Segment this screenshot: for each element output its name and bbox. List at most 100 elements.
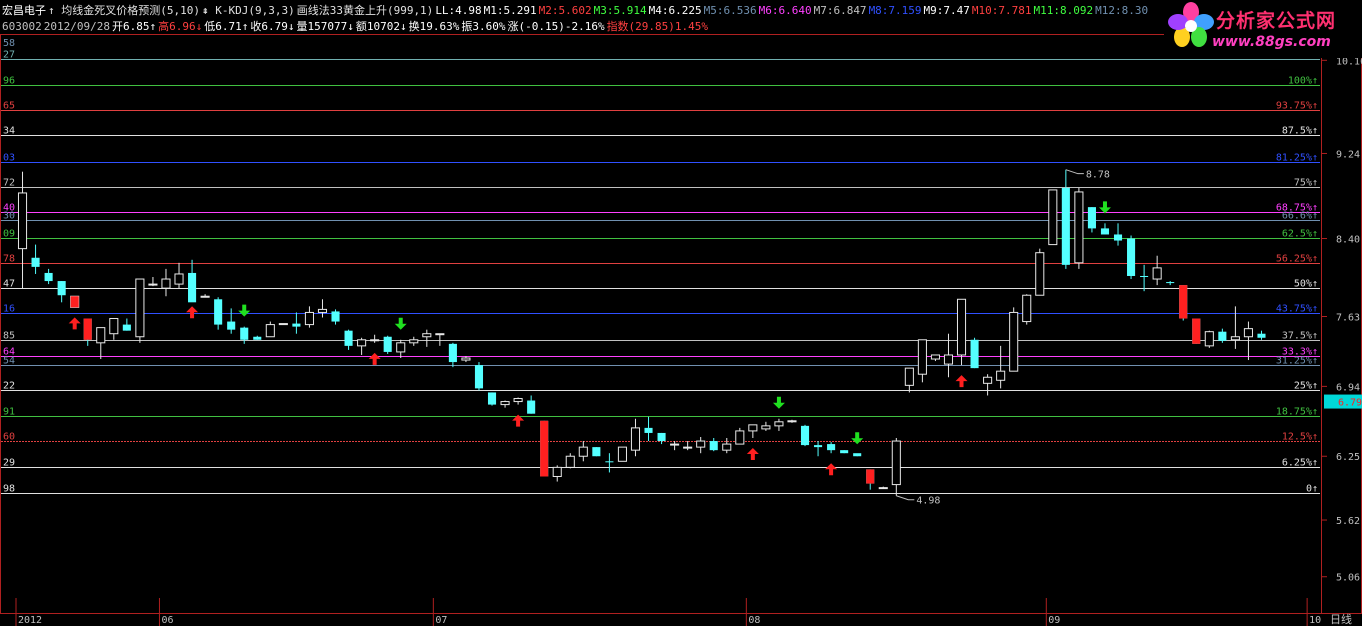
candle-body [1022,294,1032,323]
header-row2-item: 指数(29.85)1.45% [606,20,709,33]
brand-url[interactable]: www.88gs.com [1212,34,1331,50]
header-row2-item: 收6.79↓ [250,20,295,33]
candle-body [396,342,406,353]
candle-body [1048,189,1058,246]
candle-body [983,376,993,384]
fib-label: 62.5%↑ [1282,229,1318,240]
brand-logo: 分析家公式网 www.88gs.com [1164,0,1362,58]
fib-left-label: 96 [3,76,15,87]
header-row1-item: 画线法33黄金上升(999,1) [296,4,434,17]
down-signal-arrow-icon [772,396,785,409]
fib-left-label: 47 [3,279,15,290]
fib-label: 6.25%↑ [1282,458,1318,469]
fib-label: 66.6%↑ [1282,211,1318,222]
candle-body [253,336,262,340]
candle-body [787,420,797,423]
candle-body [683,446,693,449]
candle-body [1218,331,1227,341]
header-row1-item: M9:7.47 [923,4,970,17]
down-signal-arrow-icon [851,432,864,445]
high-marker-line [1065,169,1084,175]
fib-left-label: 27 [3,50,15,61]
header-row1-item: M12:8.30 [1095,4,1149,17]
candle-body [1074,191,1084,264]
candle-body [840,450,849,454]
fib-left-label: 22 [3,381,15,392]
fib-left-label: 29 [3,458,15,469]
header-row1-item: M1:5.291 [483,4,537,17]
up-signal-arrow-icon [746,448,759,461]
candle-body [956,298,967,356]
candle-body [383,336,392,352]
up-signal-arrow-icon [368,352,381,365]
fib-left-label: 60 [3,432,15,443]
fib-label: 100%↑ [1288,76,1318,87]
candle-body [57,281,66,296]
candle-body [878,487,888,490]
price-tick-label: 9.24 [1336,149,1360,160]
fib-left-label: 72 [3,178,15,189]
candle-body [552,466,562,477]
candle-body [761,425,771,430]
candle-body [527,400,536,414]
high-annotation: 8.78 [1086,170,1110,181]
candle-body [409,339,419,344]
fib-left-label: 78 [3,254,15,265]
fib-left-label: 65 [3,101,15,112]
candle-body [240,327,249,340]
candle-body [800,425,810,446]
candle-body [17,192,28,250]
brand-name: 分析家公式网 [1216,10,1337,32]
candlestick-chart[interactable]: 10 6.25%↑ 27 100%↑ 96 93.75%↑ 65 87.5%↑ 34 81.25%… [0,0,1362,626]
date-label: 07 [435,615,447,626]
candle-body [1035,252,1045,296]
fib-left-label: 34 [3,126,15,137]
date-label: 08 [748,615,760,626]
header-row1-item: LL:4.98 [435,4,482,17]
current-price-label: 6.79 [1338,398,1362,409]
up-signal-arrow-icon [825,463,838,476]
candle-body [774,421,784,427]
candle-body [853,453,862,457]
candle-body [370,339,380,342]
candle-body [814,445,823,448]
header-row2-item: 量157077↓ [296,20,354,33]
fib-label: 37.5%↑ [1282,331,1318,342]
candle-body [461,357,471,361]
up-signal-arrow-icon [955,375,968,388]
fib-label: 31.25%↑ [1276,356,1318,367]
fib-left-label: 16 [3,304,15,315]
fib-label: 50%↑ [1294,279,1318,290]
candle-body [422,333,432,338]
flower-logo-icon [1168,2,1214,47]
down-signal-arrow-icon [394,317,407,330]
header-row1-item: M3:5.914 [593,4,647,17]
candle-body [214,299,223,325]
candle-body [1204,331,1214,347]
date-label: 09 [1048,615,1060,626]
down-signal-arrow-icon [1098,201,1111,214]
top-left-label: 58 [3,38,15,49]
header-row2-item: 涨(-0.15)-2.16% [507,20,605,33]
header-row1-item: M8:7.159 [868,4,922,17]
candle-body [344,330,353,346]
candle-body [970,339,979,369]
fib-left-label: 54 [3,356,15,367]
fib-left-label: 98 [3,484,15,495]
candle-body [943,354,954,365]
candle-body [435,333,445,336]
header-row2-item: 高6.96↓ [158,20,203,33]
header-row1-item: ↑ 均线金死叉价格预测(5,10) [48,4,200,17]
candle-body [513,398,523,403]
header-row1-item: M5:6.536 [703,4,757,17]
fib-label: 43.75%↑ [1276,304,1318,315]
fib-label: 0↑ [1306,484,1318,495]
header-row2-item: 换19.63% [408,20,460,33]
candle-body [891,440,901,486]
indicator-header-row: 宏昌电子 ↑ 均线金死叉价格预测(5,10) ⇞ K-KDJ(9,3,3) 画线法33… [2,2,1150,18]
candle-body [605,461,614,463]
fib-left-label: 85 [3,331,15,342]
period-label: 日线 [1330,612,1352,626]
down-signal-arrow-icon [238,304,251,317]
candle-body [996,370,1006,381]
